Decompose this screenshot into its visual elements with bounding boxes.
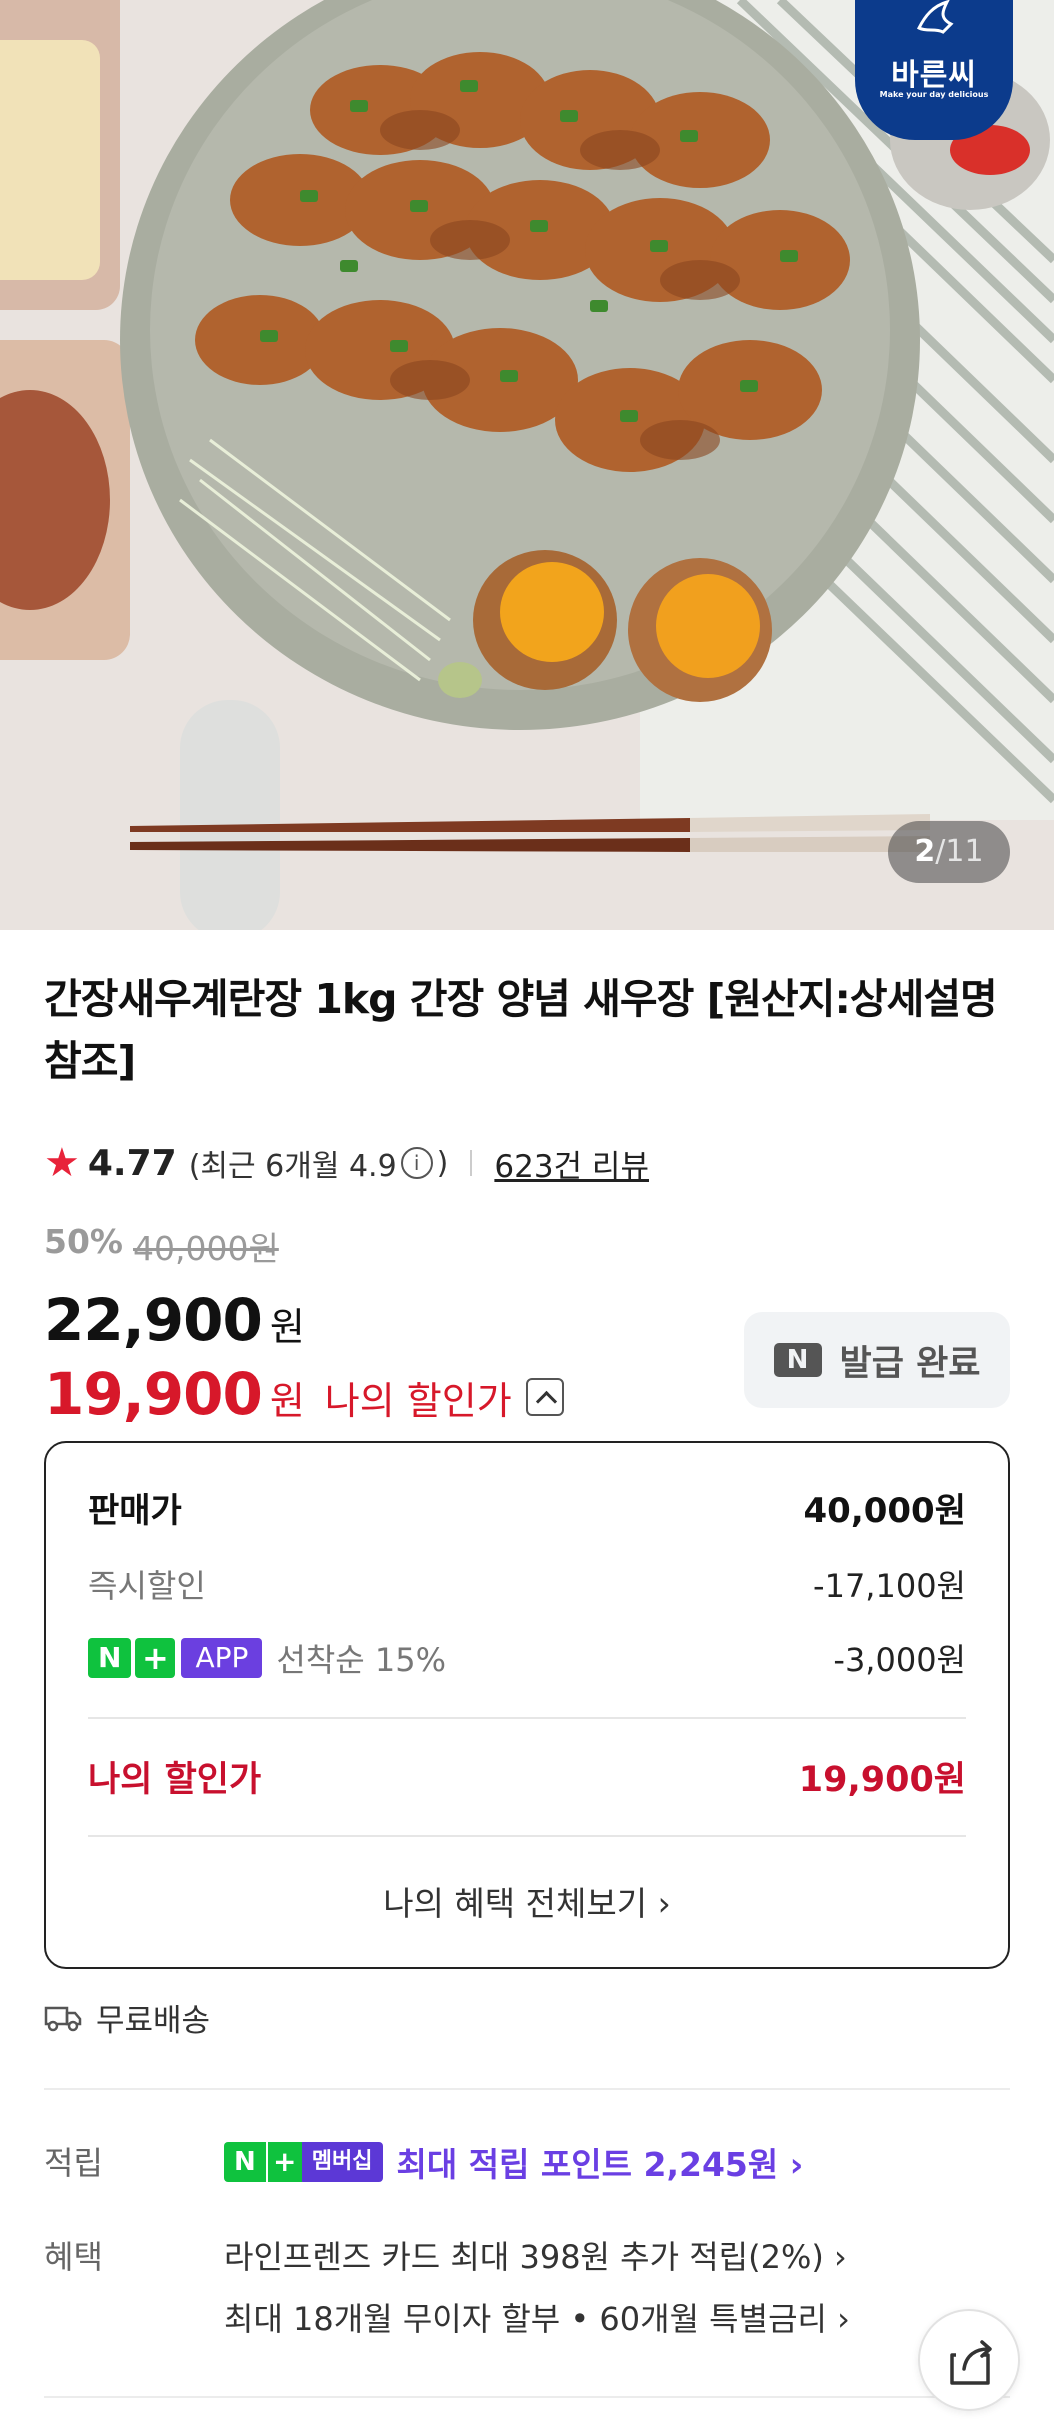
discount-row: 50% 40,000원 xyxy=(44,1222,1010,1270)
my-price-label: 나의 할인가 xyxy=(324,1379,512,1423)
naver-n-icon: N xyxy=(773,1343,822,1377)
rating-value: 4.77 xyxy=(87,1142,177,1184)
info-icon[interactable]: i xyxy=(400,1147,433,1179)
app-badge: APP xyxy=(181,1638,263,1678)
card-benefit-link[interactable]: 라인프렌즈 카드 최대 398원 추가 적립(2%) › xyxy=(224,2226,850,2288)
discount-rate: 50% xyxy=(44,1222,123,1261)
list-price-value: 40,000원 xyxy=(803,1491,966,1531)
divider xyxy=(44,2088,1010,2090)
sale-price: 22,900 xyxy=(44,1286,263,1354)
benefit-label: 혜택 xyxy=(44,2238,103,2276)
share-icon xyxy=(950,2340,992,2385)
price-breakdown-box: 판매가 40,000원 즉시할인 -17,100원 N + APP 선착순 15… xyxy=(44,1441,1010,1969)
first-come-row: N + APP 선착순 15% -3,000원 xyxy=(88,1635,966,1681)
page-total: 11 xyxy=(945,834,984,869)
page-separator: / xyxy=(935,834,946,869)
naver-membership-badge: N + 멤버십 xyxy=(224,2142,383,2182)
share-button[interactable] xyxy=(918,2309,1020,2411)
naver-plus-n-badge: N xyxy=(88,1638,132,1678)
naver-plus-badge: + xyxy=(135,1638,176,1678)
my-price-summary-label: 나의 할인가 xyxy=(88,1760,262,1800)
shipping-row: 무료배송 xyxy=(44,1995,210,2040)
product-photo xyxy=(0,0,1054,930)
membership-text: 멤버십 xyxy=(301,2142,383,2182)
recent-rating-close: ) xyxy=(436,1145,449,1181)
membership-n: N xyxy=(224,2142,266,2182)
list-price-label: 판매가 xyxy=(88,1491,182,1531)
rating-row: ★ 4.77 (최근 6개월 4.9 i ) 623건 리뷰 xyxy=(44,1138,649,1188)
free-shipping-label: 무료배송 xyxy=(96,2003,211,2039)
benefit-row: 혜택 라인프렌즈 카드 최대 398원 추가 적립(2%) › 최대 18개월 … xyxy=(44,2226,850,2350)
view-all-benefits-link[interactable]: 나의 혜택 전체보기 › xyxy=(46,1877,1008,1925)
installment-benefit-link[interactable]: 최대 18개월 무이자 할부 • 60개월 특별금리 › xyxy=(224,2288,850,2350)
first-come-label-group: N + APP 선착순 15% xyxy=(88,1635,446,1681)
brand-name: 바른씨 xyxy=(891,58,977,93)
max-points-link[interactable]: N + 멤버십 최대 적립 포인트 2,245원 › xyxy=(224,2138,803,2186)
membership-plus: + xyxy=(265,2142,302,2182)
product-title: 간장새우계란장 1kg 간장 양념 새우장 [원산지:상세설명 참조] xyxy=(44,975,998,1085)
my-price-summary-value: 19,900원 xyxy=(798,1760,966,1800)
coupon-issued-button[interactable]: N 발급 완료 xyxy=(744,1312,1010,1408)
brand-logo-badge: 바른씨 Make your day delicious xyxy=(855,0,1013,140)
instant-discount-value: -17,100원 xyxy=(813,1567,966,1605)
first-come-value: -3,000원 xyxy=(833,1641,966,1679)
earn-label: 적립 xyxy=(44,2144,103,2182)
recent-rating-text: (최근 6개월 4.9 xyxy=(188,1149,397,1184)
first-come-label: 선착순 15% xyxy=(276,1641,446,1679)
chevron-up-icon[interactable] xyxy=(525,1378,564,1416)
divider xyxy=(88,1717,966,1719)
divider xyxy=(470,1150,473,1176)
recent-rating[interactable]: (최근 6개월 4.9 i ) xyxy=(189,1141,449,1185)
earn-row: 적립 N + 멤버십 최대 적립 포인트 2,245원 › xyxy=(44,2138,803,2186)
divider xyxy=(44,2396,1010,2398)
coupon-label: 발급 완료 xyxy=(839,1343,981,1384)
image-page-indicator: 2/11 xyxy=(888,821,1010,883)
list-price-row: 판매가 40,000원 xyxy=(88,1483,966,1532)
instant-discount-row: 즉시할인 -17,100원 xyxy=(88,1561,966,1607)
benefit-list: 라인프렌즈 카드 최대 398원 추가 적립(2%) › 최대 18개월 무이자… xyxy=(224,2226,850,2350)
review-count-link[interactable]: 623건 리뷰 xyxy=(494,1141,649,1186)
original-price: 40,000원 xyxy=(133,1229,279,1268)
brand-tagline: Make your day delicious xyxy=(879,90,989,99)
max-points-text: 최대 적립 포인트 2,245원 › xyxy=(396,2145,804,2184)
hand-logo-icon xyxy=(916,0,954,34)
divider xyxy=(88,1835,966,1837)
my-price-summary-row: 나의 할인가 19,900원 xyxy=(88,1751,966,1802)
page-current: 2 xyxy=(914,834,936,869)
star-icon: ★ xyxy=(44,1140,80,1186)
truck-icon xyxy=(44,2006,82,2031)
instant-discount-label: 즉시할인 xyxy=(88,1567,206,1605)
my-price-unit: 원 xyxy=(269,1379,305,1423)
my-price: 19,900 xyxy=(44,1360,263,1428)
product-image-carousel[interactable]: 바른씨 Make your day delicious 2/11 xyxy=(0,0,1054,930)
sale-price-unit: 원 xyxy=(269,1305,305,1349)
